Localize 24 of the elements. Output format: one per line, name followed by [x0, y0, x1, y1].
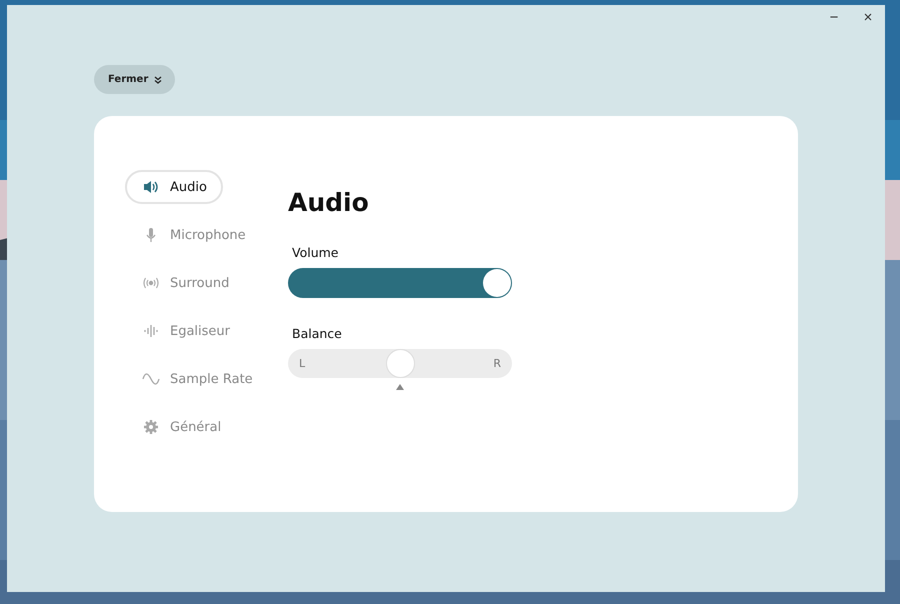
- speaker-icon: [142, 179, 160, 195]
- sidebar-item[interactable]: Surround: [125, 266, 246, 300]
- balance-label: Balance: [291, 326, 343, 341]
- page-title: Audio: [288, 188, 370, 217]
- balance-slider-thumb[interactable]: [386, 349, 415, 378]
- broadcast-icon: [142, 275, 160, 291]
- settings-icon: [142, 419, 160, 435]
- wave-icon: [142, 371, 160, 387]
- chevron-down-icon: [154, 76, 162, 84]
- right-label: R: [493, 357, 501, 370]
- volume-label: Volume: [291, 245, 340, 260]
- equalizer-icon: [142, 323, 160, 339]
- volume-slider-thumb[interactable]: [483, 269, 511, 297]
- volume-slider[interactable]: [288, 268, 512, 298]
- close-button[interactable]: ×: [851, 5, 885, 29]
- sidebar-item[interactable]: Général: [125, 410, 238, 444]
- close-menu-button[interactable]: Fermer: [94, 65, 176, 94]
- sidebar-item[interactable]: Microphone: [125, 218, 262, 252]
- center-marker-icon: [396, 384, 404, 390]
- left-label: L: [299, 357, 306, 370]
- minimize-button[interactable]: −: [817, 5, 851, 29]
- sidebar-item[interactable]: Sample Rate: [125, 362, 269, 396]
- sidebar-item[interactable]: Egaliseur: [125, 314, 246, 348]
- sidebar-item[interactable]: Audio: [125, 170, 223, 204]
